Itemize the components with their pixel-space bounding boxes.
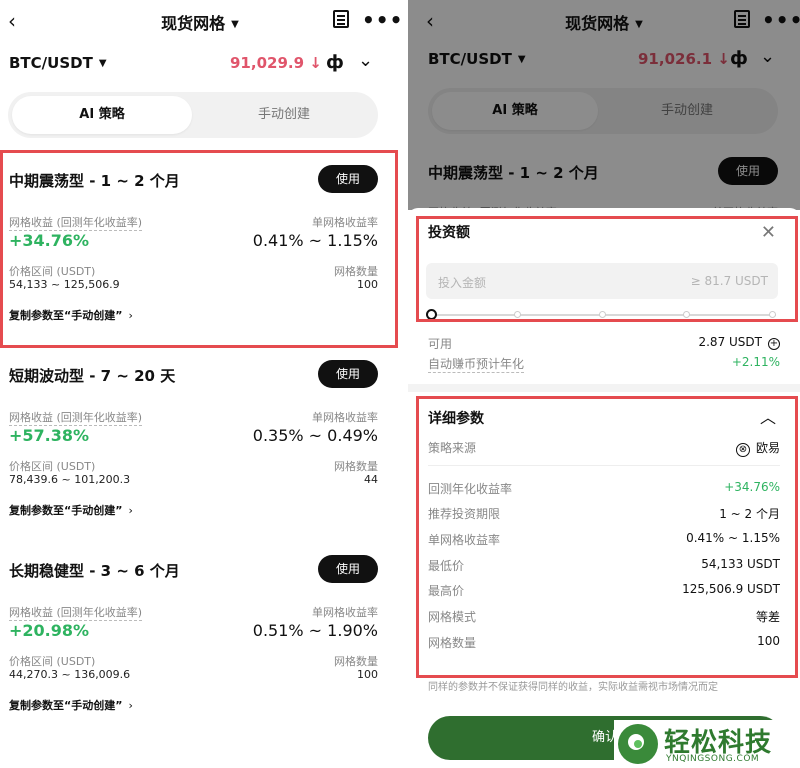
pair-bar: BTC/USDT ▼ 91,029.9 ↓ ф ⌄ [0,48,400,80]
range-value: 44,270.3 ~ 136,009.6 [9,668,131,681]
range-label: 价格区间 (USDT) [9,655,96,668]
chevron-right-icon: › [128,699,133,712]
yield-value: +20.98% [9,621,90,640]
card-title: 长期稳健型 - 3 ~ 6 个月 [9,562,180,580]
left-screen: ‹ 现货网格 ▼ ••• BTC/USDT ▼ 91,029.9 ↓ ф ⌄ AI … [0,0,400,768]
per-grid-value: 0.51% ~ 1.90% [252,621,378,640]
copy-params-link[interactable]: 复制参数至“手动创建” › [9,697,133,713]
highlight-box [416,396,798,678]
earn-row: 自动赚币预计年化 +2.11% [428,355,780,373]
modal-overlay[interactable] [408,0,800,210]
top-bar: ‹ 现货网格 ▼ ••• [0,0,400,40]
caret-down-icon: ▼ [98,58,107,69]
count-value: 44 [364,473,378,486]
watermark-logo-icon [618,724,658,764]
caret-down-icon: ▼ [231,19,239,30]
card-title: 短期波动型 - 7 ~ 20 天 [9,367,176,385]
use-button[interactable]: 使用 [318,555,378,583]
add-circle-icon[interactable]: + [768,338,780,350]
yield-value: +57.38% [9,426,90,445]
tab-ai-strategy[interactable]: AI 策略 [12,96,192,134]
watermark: 轻松科技 YNQINGSONG.COM [614,720,800,768]
tab-manual-create[interactable]: 手动创建 [194,96,374,134]
candlestick-icon[interactable]: ф [326,52,344,73]
yield-label: 网格收益 (回测年化收益率) [9,606,143,621]
strategy-card: 短期波动型 - 7 ~ 20 天 使用 网格收益 (回测年化收益率) 单网格收益… [0,345,400,535]
yield-label: 网格收益 (回测年化收益率) [9,411,143,426]
right-screen: ‹ 现货网格 ▼ ••• BTC/USDT ▼ 91,026.1 ↓ ф ⌄ AI … [408,0,800,768]
more-icon[interactable]: ••• [362,8,400,32]
use-button[interactable]: 使用 [318,360,378,388]
count-value: 100 [357,668,378,681]
per-grid-label: 单网格收益率 [312,411,378,424]
pair-selector[interactable]: BTC/USDT ▼ [9,54,107,72]
range-value: 78,439.6 ~ 101,200.3 [9,473,131,486]
per-grid-label: 单网格收益率 [312,606,378,619]
strategy-card: 长期稳健型 - 3 ~ 6 个月 使用 网格收益 (回测年化收益率) 单网格收益… [0,540,400,730]
panel-gap [400,0,408,768]
price-label: 91,029.9 ↓ [230,54,322,72]
disclaimer: 同样的参数并不保证获得同样的收益，实际收益需视市场情况而定 [428,682,718,693]
copy-params-link[interactable]: 复制参数至“手动创建” › [9,502,133,518]
highlight-box [0,150,398,348]
document-icon[interactable] [333,10,349,28]
highlight-box [416,216,798,322]
strategy-tabs: AI 策略 手动创建 [8,92,378,138]
chevron-right-icon: › [128,504,133,517]
count-label: 网格数量 [334,460,378,473]
available-row: 可用 2.87 USDT + [428,335,780,351]
range-label: 价格区间 (USDT) [9,460,96,473]
per-grid-value: 0.35% ~ 0.49% [252,426,378,445]
chevron-down-icon[interactable]: ⌄ [358,50,373,71]
section-divider [408,384,800,392]
count-label: 网格数量 [334,655,378,668]
